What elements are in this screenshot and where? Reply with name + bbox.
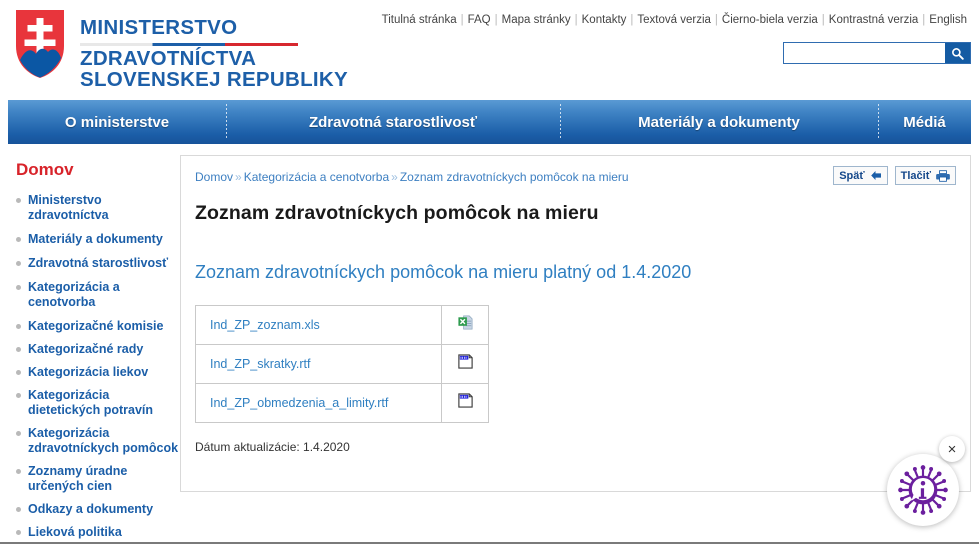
- file-name-cell[interactable]: Ind_ZP_obmedzenia_a_limity.rtf: [195, 383, 442, 423]
- nav-label: Materiály a dokumenty: [638, 113, 800, 131]
- utility-link-contrast-version[interactable]: Kontrastná verzia: [825, 14, 923, 26]
- covid-widget-wrapper: ×: [877, 436, 967, 534]
- table-row[interactable]: Ind_ZP_obmedzenia_a_limity.rtf: [195, 383, 489, 423]
- search-icon: [952, 47, 964, 60]
- breadcrumb-separator: »: [391, 170, 398, 184]
- file-icon-cell[interactable]: [441, 344, 489, 384]
- print-button[interactable]: Tlačiť: [894, 166, 956, 185]
- sidebar: Domov Ministerstvo zdravotníctva Materiá…: [8, 155, 180, 544]
- sidebar-submenu: Kategorizačné komisie Kategorizačné rady…: [14, 319, 180, 540]
- site-header: MINISTERSTVO ZDRAVOTNÍCTVA SLOVENSKEJ RE…: [0, 0, 979, 100]
- breadcrumb-item-home[interactable]: Domov: [195, 170, 233, 184]
- sidebar-item-odkazy-a-dokumenty[interactable]: Odkazy a dokumenty: [14, 502, 180, 517]
- nav-item-zdravotna-starostlivost[interactable]: Zdravotná starostlivosť: [226, 100, 560, 144]
- nav-item-media[interactable]: Médiá: [878, 100, 971, 144]
- nav-label: Zdravotná starostlivosť: [308, 113, 478, 131]
- file-icon-cell[interactable]: [441, 305, 489, 345]
- update-date: Dátum aktualizácie: 1.4.2020: [195, 440, 350, 454]
- rtf-file-icon: [457, 393, 473, 408]
- file-list-table: Ind_ZP_zoznam.xls Ind_ZP_skratky.rtf Ind…: [195, 305, 489, 423]
- main-navigation: O ministerstve Zdravotná starostlivosť M…: [8, 100, 971, 144]
- close-icon: ×: [947, 440, 957, 458]
- utility-link-sitemap[interactable]: Mapa stránky: [498, 14, 575, 26]
- ministry-line-2: ZDRAVOTNÍCTVA: [80, 46, 257, 70]
- sidebar-item-zdravotna-starostlivost[interactable]: Zdravotná starostlivosť: [14, 256, 180, 271]
- slovak-coat-of-arms-emblem: [16, 10, 64, 78]
- printer-icon: [936, 169, 950, 182]
- site-brand[interactable]: MINISTERSTVO ZDRAVOTNÍCTVA SLOVENSKEJ RE…: [14, 8, 348, 91]
- nav-label: O ministerstve: [64, 113, 170, 131]
- file-name-cell[interactable]: Ind_ZP_skratky.rtf: [195, 344, 442, 384]
- page-body: Domov Ministerstvo zdravotníctva Materiá…: [0, 155, 979, 544]
- file-name-cell[interactable]: Ind_ZP_zoznam.xls: [195, 305, 442, 345]
- sidebar-item-kategorizacia-a-cenotvorba[interactable]: Kategorizácia a cenotvorba: [14, 280, 180, 310]
- table-row[interactable]: Ind_ZP_skratky.rtf: [195, 344, 489, 384]
- ministry-line-1: MINISTERSTVO: [80, 16, 238, 39]
- breadcrumb-item-kategorizacia[interactable]: Kategorizácia a cenotvorba: [244, 170, 389, 184]
- content-actions: Späť Tlačiť: [833, 166, 956, 185]
- sidebar-item-kategorizacia-liekov[interactable]: Kategorizácia liekov: [14, 365, 180, 380]
- utility-links: Titulná stránka | FAQ | Mapa stránky | Kontakt…: [378, 14, 971, 26]
- utility-link-bw-version[interactable]: Čierno-biela verzia: [718, 14, 822, 26]
- search-button[interactable]: [945, 43, 970, 63]
- arrow-left-icon: [870, 171, 881, 180]
- covid-widget-close-button[interactable]: ×: [939, 436, 965, 462]
- utility-link-english[interactable]: English: [925, 14, 971, 26]
- sidebar-item-liekova-politika[interactable]: Lieková politika: [14, 525, 180, 540]
- sidebar-item-materialy-a-dokumenty[interactable]: Materiály a dokumenty: [14, 232, 180, 247]
- back-button-label: Späť: [839, 169, 865, 182]
- sidebar-menu: Ministerstvo zdravotníctva Materiály a d…: [14, 193, 180, 540]
- file-icon-cell[interactable]: [441, 383, 489, 423]
- content-header-row: Domov» Kategorizácia a cenotvorba» Zoznam …: [195, 166, 956, 185]
- nav-label: Médiá: [903, 113, 946, 131]
- nav-item-materialy-a-dokumenty[interactable]: Materiály a dokumenty: [560, 100, 878, 144]
- breadcrumb: Domov» Kategorizácia a cenotvorba» Zoznam …: [195, 166, 629, 184]
- covid-info-button[interactable]: [887, 454, 959, 526]
- rtf-file-icon: [457, 354, 473, 369]
- sidebar-title: Domov: [16, 160, 74, 179]
- covid-info-icon: [898, 465, 948, 515]
- sidebar-item-kategorizacia-zdravotnickych-pomocok[interactable]: Kategorizácia zdravotníckych pomôcok: [14, 426, 180, 456]
- page-title: Zoznam zdravotníckych pomôcok na mieru: [195, 202, 599, 224]
- print-button-label: Tlačiť: [900, 169, 931, 182]
- search-box[interactable]: [783, 42, 971, 64]
- table-row[interactable]: Ind_ZP_zoznam.xls: [195, 305, 489, 345]
- content-panel: Domov» Kategorizácia a cenotvorba» Zoznam …: [180, 155, 971, 492]
- breadcrumb-separator: »: [235, 170, 242, 184]
- sidebar-item-zoznamy-uradne-urcenych-cien[interactable]: Zoznamy úradne určených cien: [14, 464, 180, 494]
- sidebar-item-kategorizacia-dietetickych-potravin[interactable]: Kategorizácia dietetických potravín: [14, 388, 180, 418]
- breadcrumb-item-current: Zoznam zdravotníckych pomôcok na mieru: [399, 170, 629, 184]
- ministry-name: MINISTERSTVO ZDRAVOTNÍCTVA SLOVENSKEJ RE…: [80, 17, 348, 91]
- utility-link-faq[interactable]: FAQ: [464, 14, 495, 26]
- utility-link-home[interactable]: Titulná stránka: [378, 14, 461, 26]
- section-subtitle: Zoznam zdravotníckych pomôcok na mieru p…: [195, 262, 692, 282]
- ministry-line-3: SLOVENSKEJ REPUBLIKY: [80, 68, 348, 91]
- sidebar-item-kategorizacne-rady[interactable]: Kategorizačné rady: [14, 342, 180, 357]
- back-button[interactable]: Späť: [833, 166, 888, 185]
- tricolor-rule: [80, 42, 298, 46]
- nav-item-o-ministerstve[interactable]: O ministerstve: [8, 100, 226, 144]
- search-input[interactable]: [784, 43, 945, 63]
- utility-link-text-version[interactable]: Textová verzia: [633, 14, 715, 26]
- excel-file-icon: [457, 315, 472, 330]
- utility-link-contacts[interactable]: Kontakty: [578, 14, 631, 26]
- sidebar-item-ministerstvo-zdravotnictva[interactable]: Ministerstvo zdravotníctva: [14, 193, 180, 223]
- sidebar-item-kategorizacne-komisie[interactable]: Kategorizačné komisie: [14, 319, 180, 334]
